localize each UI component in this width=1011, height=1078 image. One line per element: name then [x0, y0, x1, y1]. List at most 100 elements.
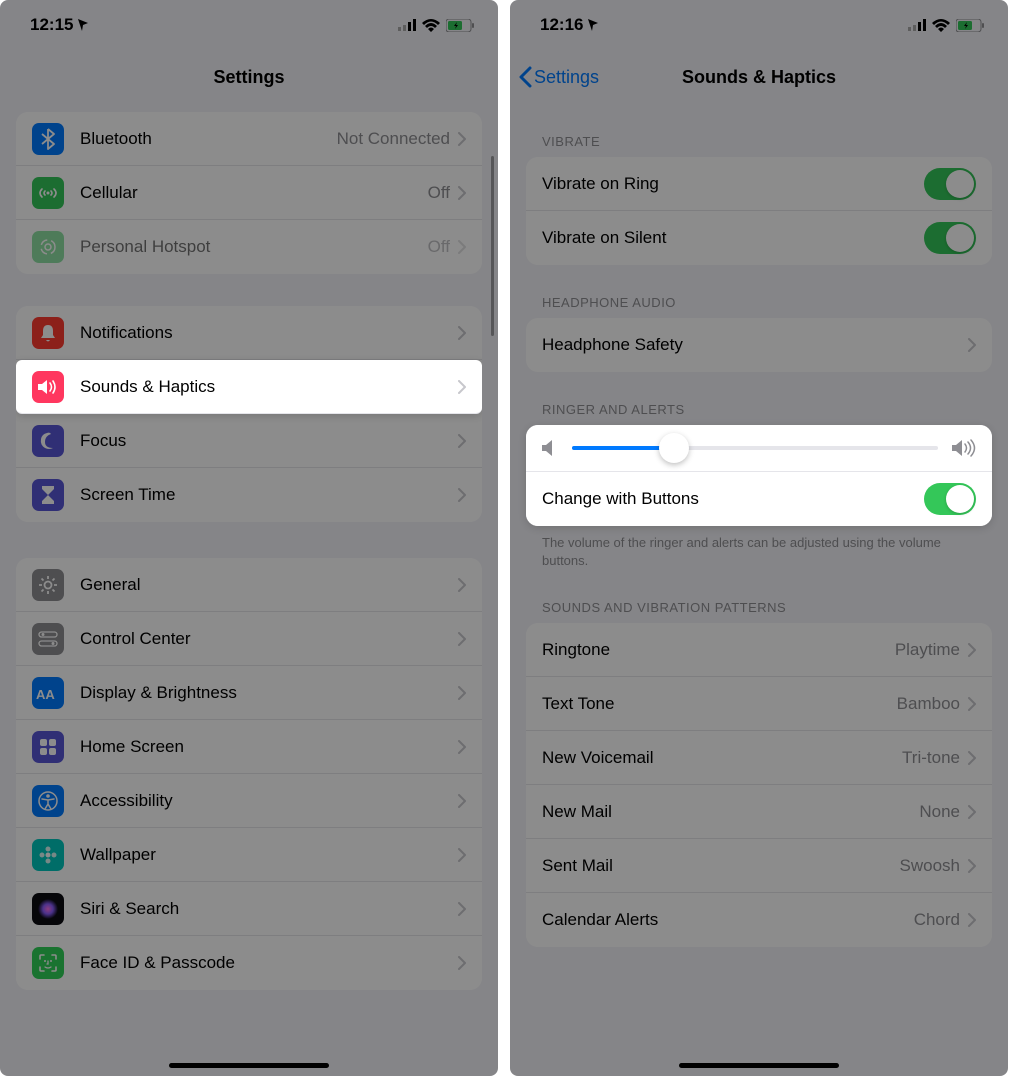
- home-indicator[interactable]: [169, 1063, 329, 1068]
- back-button[interactable]: Settings: [518, 50, 599, 104]
- location-icon: [587, 18, 599, 32]
- signal-icon: [398, 19, 416, 31]
- status-bar: 12:15: [0, 0, 498, 50]
- bluetooth-icon: [32, 123, 64, 155]
- settings-row-face-id-passcode[interactable]: Face ID & Passcode: [16, 936, 482, 990]
- row-label: Cellular: [80, 183, 428, 203]
- row-label: Calendar Alerts: [542, 910, 914, 930]
- row-label: Face ID & Passcode: [80, 953, 458, 973]
- home-indicator[interactable]: [679, 1063, 839, 1068]
- signal-icon: [908, 19, 926, 31]
- settings-row-wallpaper[interactable]: Wallpaper: [16, 828, 482, 882]
- chevron-right-icon: [458, 240, 466, 254]
- accessibility-icon: [32, 785, 64, 817]
- settings-row-bluetooth[interactable]: BluetoothNot Connected: [16, 112, 482, 166]
- settings-group-connectivity: BluetoothNot ConnectedCellularOffPersona…: [16, 112, 482, 274]
- row-label: Sounds & Haptics: [80, 377, 458, 397]
- row-label: Bluetooth: [80, 129, 337, 149]
- speaker-high-icon: [952, 439, 976, 457]
- switches-icon: [32, 623, 64, 655]
- sound-row-text-tone[interactable]: Text ToneBamboo: [526, 677, 992, 731]
- row-label: Personal Hotspot: [80, 237, 428, 257]
- chevron-right-icon: [968, 697, 976, 711]
- chevron-right-icon: [458, 632, 466, 646]
- sound-row-new-voicemail[interactable]: New VoicemailTri-tone: [526, 731, 992, 785]
- chevron-right-icon: [968, 643, 976, 657]
- battery-icon: [446, 19, 474, 32]
- vibrate-row-0[interactable]: Vibrate on Ring: [526, 157, 992, 211]
- settings-row-control-center[interactable]: Control Center: [16, 612, 482, 666]
- settings-row-sounds-haptics[interactable]: Sounds & Haptics: [16, 360, 482, 414]
- volume-slider[interactable]: [572, 446, 938, 450]
- sound-row-ringtone[interactable]: RingtonePlaytime: [526, 623, 992, 677]
- chevron-right-icon: [458, 794, 466, 808]
- chevron-right-icon: [458, 434, 466, 448]
- battery-icon: [956, 19, 984, 32]
- moon-icon: [32, 425, 64, 457]
- toggle[interactable]: [924, 222, 976, 254]
- hotspot-icon: [32, 231, 64, 263]
- aa-icon: AA: [32, 677, 64, 709]
- settings-row-screen-time[interactable]: Screen Time: [16, 468, 482, 522]
- speaker-icon: [32, 371, 64, 403]
- nav-title: Settings: [213, 67, 284, 88]
- back-label: Settings: [534, 67, 599, 88]
- phone-left-settings: 12:15 Settings BluetoothNot ConnectedCel…: [0, 0, 498, 1076]
- row-value: Tri-tone: [902, 748, 960, 768]
- slider-thumb[interactable]: [659, 433, 689, 463]
- settings-row-display-brightness[interactable]: AADisplay & Brightness: [16, 666, 482, 720]
- chevron-right-icon: [458, 902, 466, 916]
- sound-row-calendar-alerts[interactable]: Calendar AlertsChord: [526, 893, 992, 947]
- settings-group-notifications: Notifications Sounds & Haptics Focus Screen…: [16, 306, 482, 522]
- row-label: New Voicemail: [542, 748, 902, 768]
- row-label: Sent Mail: [542, 856, 900, 876]
- chevron-right-icon: [968, 338, 976, 352]
- grid-icon: [32, 731, 64, 763]
- section-header-ringer: RINGER AND ALERTS: [510, 372, 1008, 425]
- row-label: Control Center: [80, 629, 458, 649]
- sound-row-sent-mail[interactable]: Sent MailSwoosh: [526, 839, 992, 893]
- flower-icon: [32, 839, 64, 871]
- row-value: Swoosh: [900, 856, 960, 876]
- chevron-right-icon: [458, 740, 466, 754]
- nav-title: Sounds & Haptics: [682, 67, 836, 88]
- settings-row-personal-hotspot[interactable]: Personal HotspotOff: [16, 220, 482, 274]
- nav-bar: Settings: [0, 50, 498, 104]
- row-label: Notifications: [80, 323, 458, 343]
- sound-row-new-mail[interactable]: New MailNone: [526, 785, 992, 839]
- settings-row-focus[interactable]: Focus: [16, 414, 482, 468]
- row-label: Screen Time: [80, 485, 458, 505]
- settings-row-accessibility[interactable]: Accessibility: [16, 774, 482, 828]
- row-value: Bamboo: [897, 694, 960, 714]
- row-label: Ringtone: [542, 640, 895, 660]
- settings-row-notifications[interactable]: Notifications: [16, 306, 482, 360]
- settings-row-home-screen[interactable]: Home Screen: [16, 720, 482, 774]
- settings-row-siri-search[interactable]: Siri & Search: [16, 882, 482, 936]
- chevron-right-icon: [458, 488, 466, 502]
- row-value: Chord: [914, 910, 960, 930]
- headphone-safety-row[interactable]: Headphone Safety: [526, 318, 992, 372]
- settings-row-cellular[interactable]: CellularOff: [16, 166, 482, 220]
- row-label: General: [80, 575, 458, 595]
- nav-bar: Settings Sounds & Haptics: [510, 50, 1008, 104]
- chevron-right-icon: [968, 913, 976, 927]
- chevron-right-icon: [458, 848, 466, 862]
- chevron-right-icon: [458, 578, 466, 592]
- wifi-icon: [422, 19, 440, 32]
- change-with-buttons-row[interactable]: Change with Buttons: [526, 472, 992, 526]
- row-value: None: [919, 802, 960, 822]
- chevron-right-icon: [458, 132, 466, 146]
- row-label: Headphone Safety: [542, 335, 968, 355]
- section-header-headphone: HEADPHONE AUDIO: [510, 265, 1008, 318]
- change-with-buttons-toggle[interactable]: [924, 483, 976, 515]
- settings-row-general[interactable]: General: [16, 558, 482, 612]
- toggle[interactable]: [924, 168, 976, 200]
- chevron-right-icon: [968, 805, 976, 819]
- row-label: Wallpaper: [80, 845, 458, 865]
- volume-slider-row: [526, 425, 992, 472]
- hourglass-icon: [32, 479, 64, 511]
- speaker-low-icon: [542, 439, 558, 457]
- row-value: Off: [428, 183, 450, 203]
- vibrate-row-1[interactable]: Vibrate on Silent: [526, 211, 992, 265]
- row-value: Not Connected: [337, 129, 450, 149]
